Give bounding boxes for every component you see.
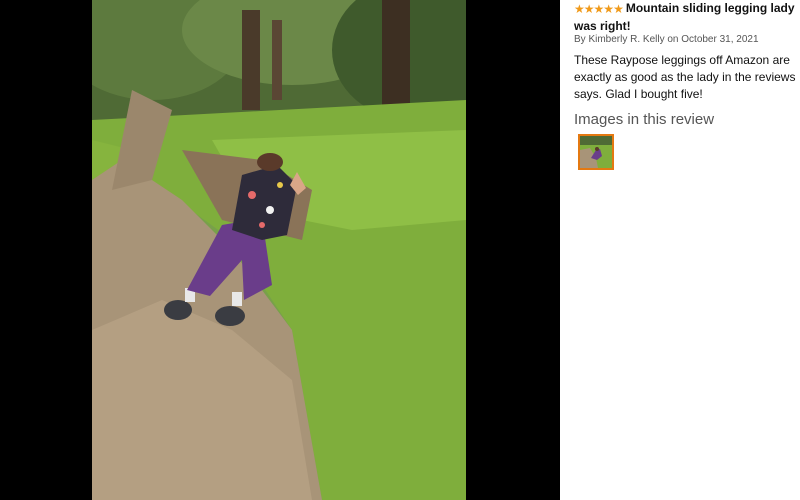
review-photo — [92, 0, 466, 500]
thumbnail-image — [580, 136, 612, 168]
photo-illustration — [92, 0, 466, 500]
image-viewer — [0, 0, 560, 500]
star-icon: ★ — [613, 2, 624, 16]
review-title-row: ★★★★★ Mountain sliding legging lady was … — [574, 0, 796, 35]
star-icon: ★ — [574, 2, 585, 16]
review-panel: ★★★★★ Mountain sliding legging lady was … — [566, 0, 800, 500]
star-icon: ★ — [583, 2, 595, 16]
review-body: These Raypose leggings off Amazon are ex… — [574, 53, 796, 101]
star-icon: ★ — [603, 2, 614, 16]
images-section-heading: Images in this review — [574, 111, 715, 128]
star-icon: ★ — [593, 2, 605, 16]
star-rating: ★★★★★ — [574, 1, 624, 18]
review-byline: By Kimberly R. Kelly on October 31, 2021 — [574, 34, 759, 45]
review-image-thumbnail[interactable] — [578, 134, 614, 170]
